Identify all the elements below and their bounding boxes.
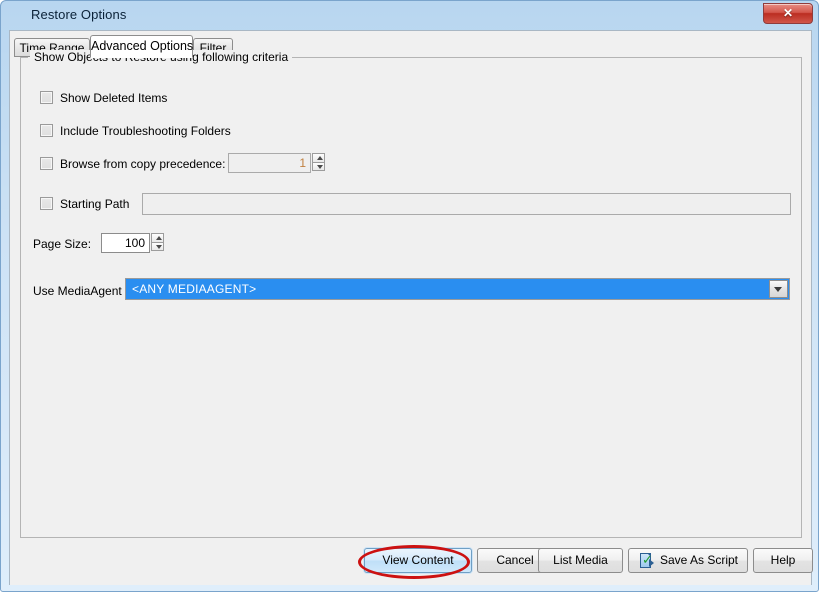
tab-strip: Time Range Advanced Options Filter <box>14 35 804 58</box>
label-starting-path: Starting Path <box>60 197 130 211</box>
spinner-down-button-page-size[interactable] <box>151 242 164 251</box>
button-label: Save As Script <box>659 553 739 567</box>
chevron-down-icon <box>156 245 162 249</box>
dialog-client-area: Time Range Advanced Options Filter Show … <box>9 30 812 585</box>
label-use-mediaagent: Use MediaAgent <box>33 284 122 298</box>
tab-advanced-options[interactable]: Advanced Options <box>90 35 193 58</box>
input-starting-path[interactable] <box>142 193 791 215</box>
chevron-up-icon <box>317 156 323 160</box>
dropdown-selected-value: <ANY MEDIAAGENT> <box>132 282 257 296</box>
dropdown-use-mediaagent[interactable]: <ANY MEDIAAGENT> <box>125 278 790 300</box>
dropdown-toggle-button[interactable] <box>769 280 788 298</box>
chevron-down-icon <box>774 287 782 292</box>
input-copy-precedence[interactable]: 1 <box>228 153 311 173</box>
spinner-page-size[interactable] <box>151 233 164 252</box>
chevron-up-icon <box>156 236 162 240</box>
label-browse-from-copy-precedence: Browse from copy precedence: <box>60 157 226 171</box>
checkbox-browse-from-copy-precedence[interactable] <box>40 157 53 170</box>
button-label: List Media <box>553 553 608 567</box>
spinner-up-button-page-size[interactable] <box>151 233 164 242</box>
label-include-troubleshooting-folders: Include Troubleshooting Folders <box>60 124 231 138</box>
spinner-up-button-copy-precedence[interactable] <box>312 153 325 162</box>
window-title: Restore Options <box>31 7 127 22</box>
label-page-size: Page Size: <box>33 237 92 251</box>
save-as-script-button[interactable]: ✓ Save As Script <box>628 548 748 573</box>
script-document-check-icon: ✓ <box>640 553 654 568</box>
view-content-button[interactable]: View Content <box>364 548 472 573</box>
group-box-border-right <box>262 57 802 58</box>
button-label: View Content <box>382 553 454 567</box>
spinner-down-button-copy-precedence[interactable] <box>312 162 325 171</box>
chevron-down-icon <box>317 165 323 169</box>
checkbox-show-deleted-items[interactable] <box>40 91 53 104</box>
close-button[interactable]: ✕ <box>763 3 813 24</box>
button-label: Cancel <box>496 553 534 567</box>
tab-label: Advanced Options <box>91 39 194 53</box>
list-media-button[interactable]: List Media <box>538 548 623 573</box>
input-page-size[interactable]: 100 <box>101 233 150 253</box>
spinner-copy-precedence[interactable] <box>312 153 325 172</box>
group-box-border-left <box>20 57 28 58</box>
title-bar: Restore Options ✕ <box>1 1 819 31</box>
restore-options-dialog: Restore Options ✕ Time Range Advanced Op… <box>0 0 819 592</box>
label-show-deleted-items: Show Deleted Items <box>60 91 168 105</box>
dialog-button-bar: View Content Cancel List Media ✓ Save As… <box>9 540 813 585</box>
checkbox-starting-path[interactable] <box>40 197 53 210</box>
help-button[interactable]: Help <box>753 548 813 573</box>
button-label: Help <box>770 553 796 567</box>
close-icon: ✕ <box>782 6 794 20</box>
checkbox-include-troubleshooting-folders[interactable] <box>40 124 53 137</box>
